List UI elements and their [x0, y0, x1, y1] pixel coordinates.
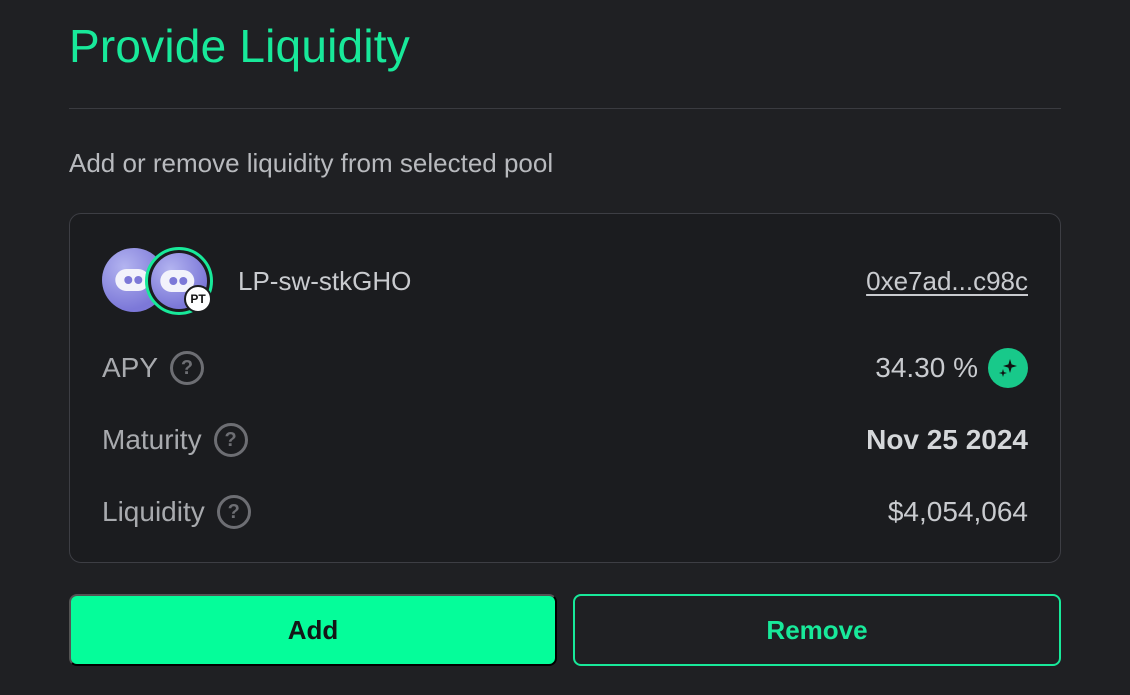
maturity-label: Maturity: [102, 424, 202, 455]
sparkle-icon: [988, 348, 1028, 388]
pool-name: LP-sw-stkGHO: [238, 266, 412, 296]
divider: [69, 108, 1061, 109]
apy-row: APY ? 34.30 %: [102, 348, 1028, 388]
page-subtitle: Add or remove liquidity from selected po…: [69, 148, 554, 178]
page-title: Provide Liquidity: [69, 20, 410, 72]
help-icon[interactable]: ?: [213, 423, 248, 457]
help-icon[interactable]: ?: [216, 495, 251, 529]
provide-liquidity-panel: Provide Liquidity Add or remove liquidit…: [69, 0, 1061, 695]
pool-card: PT LP-sw-stkGHO 0xe7ad...c98c APY ? 34.3…: [69, 213, 1061, 563]
pool-address-link[interactable]: 0xe7ad...c98c: [866, 265, 1028, 297]
liquidity-label: Liquidity: [102, 496, 205, 527]
liquidity-row: Liquidity ? $4,054,064: [102, 492, 1028, 532]
maturity-value: Nov 25 2024: [866, 424, 1028, 455]
help-icon[interactable]: ?: [170, 351, 205, 385]
remove-button[interactable]: Remove: [573, 594, 1061, 666]
liquidity-value: $4,054,064: [887, 496, 1028, 527]
pt-badge: PT: [184, 285, 212, 313]
apy-label: APY: [102, 352, 159, 383]
pool-header: PT LP-sw-stkGHO 0xe7ad...c98c: [102, 247, 1028, 315]
apy-value: 34.30 %: [875, 352, 978, 383]
add-button[interactable]: Add: [69, 594, 557, 666]
maturity-row: Maturity ? Nov 25 2024: [102, 420, 1028, 460]
